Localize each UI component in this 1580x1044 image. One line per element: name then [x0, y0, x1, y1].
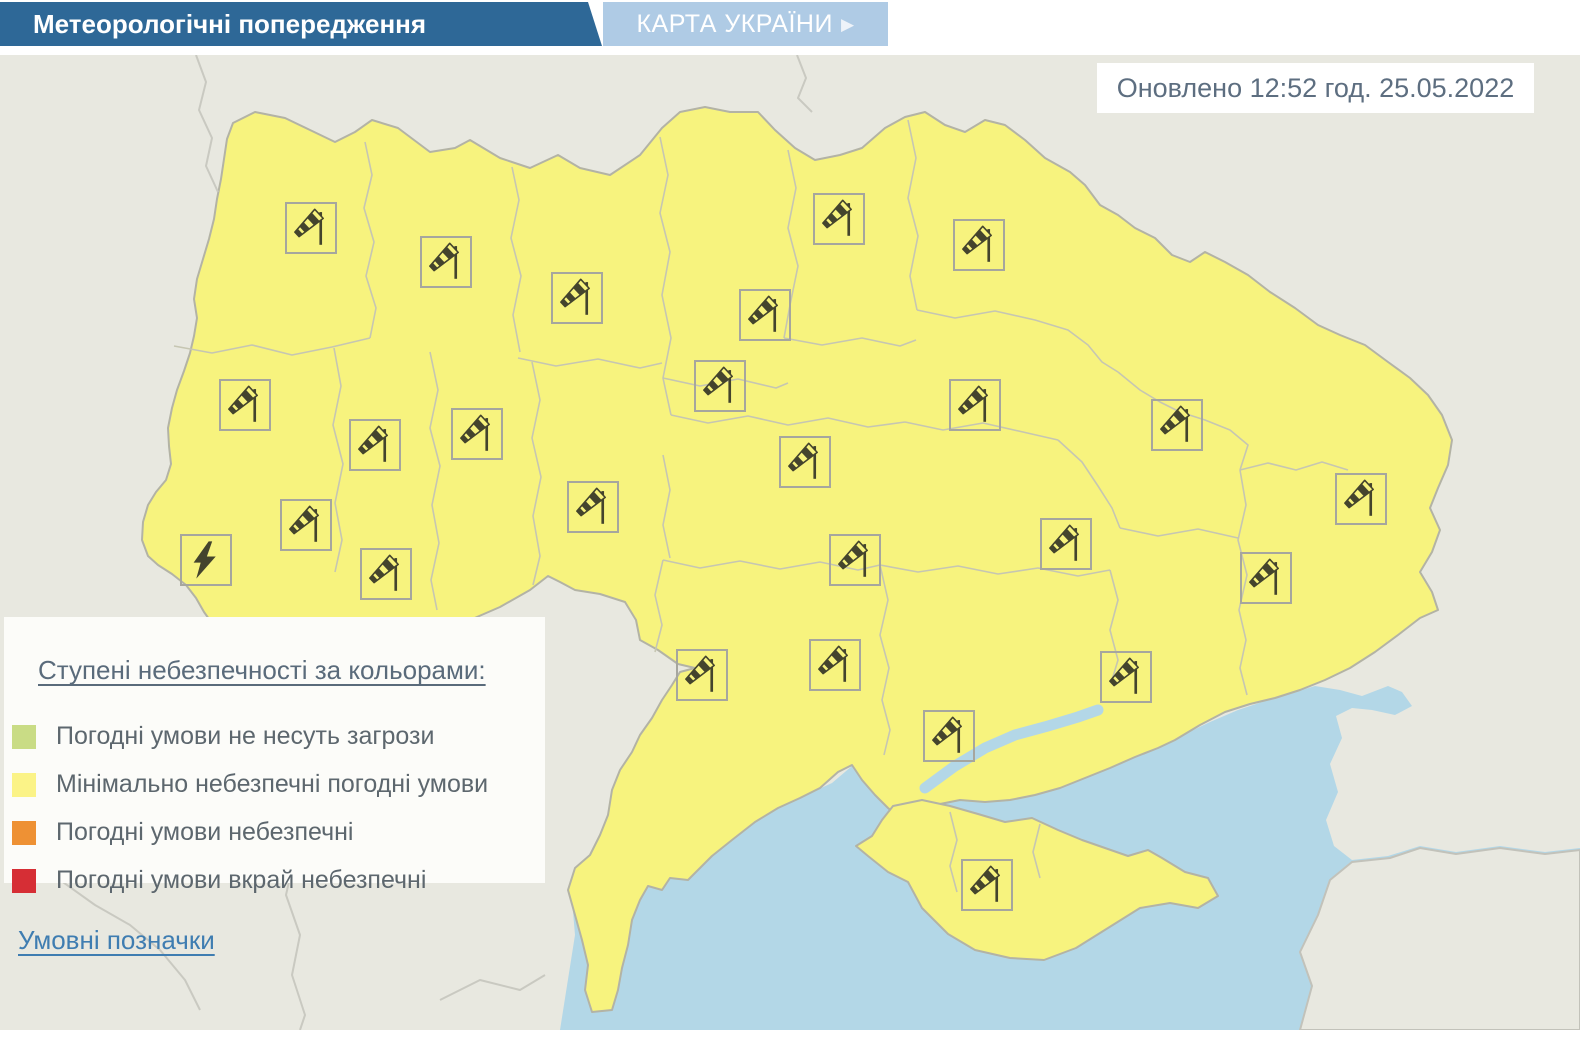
legend-color-swatch: [12, 773, 36, 797]
legend-item-label: Погодні умови небезпечні: [56, 818, 353, 847]
legend-color-swatch: [12, 725, 36, 749]
legend-item: Погодні умови не несуть загрози: [12, 722, 545, 751]
legend-item-label: Погодні умови вкрай небезпечні: [56, 866, 426, 895]
legend-item: Мінімально небезпечні погодні умови: [12, 770, 545, 799]
weather-warnings-page: Метеорологічні попередження КАРТА УКРАЇН…: [0, 0, 1580, 1044]
chevron-right-icon: ▶: [841, 15, 855, 34]
updated-timestamp: Оновлено 12:52 год. 25.05.2022: [1097, 63, 1534, 113]
legend-title: Ступені небезпечності за кольорами:: [38, 655, 545, 686]
legend-color-swatch: [12, 869, 36, 893]
tab-meteorological-warnings[interactable]: Метеорологічні попередження: [0, 2, 602, 46]
tab-ukraine-map-label: КАРТА УКРАЇНИ: [636, 10, 832, 38]
legend-item-label: Погодні умови не несуть загрози: [56, 722, 434, 751]
legend-color-swatch: [12, 821, 36, 845]
legend-item: Погодні умови вкрай небезпечні: [12, 866, 545, 895]
legend-item: Погодні умови небезпечні: [12, 818, 545, 847]
legend-item-label: Мінімально небезпечні погодні умови: [56, 770, 488, 799]
map-symbols-link[interactable]: Умовні позначки: [18, 925, 215, 956]
legend-panel: Ступені небезпечності за кольорами: Пого…: [4, 617, 545, 883]
legend-items: Погодні умови не несуть загрози Мінімальн…: [4, 722, 545, 895]
tab-ukraine-map[interactable]: КАРТА УКРАЇНИ ▶: [603, 2, 888, 46]
